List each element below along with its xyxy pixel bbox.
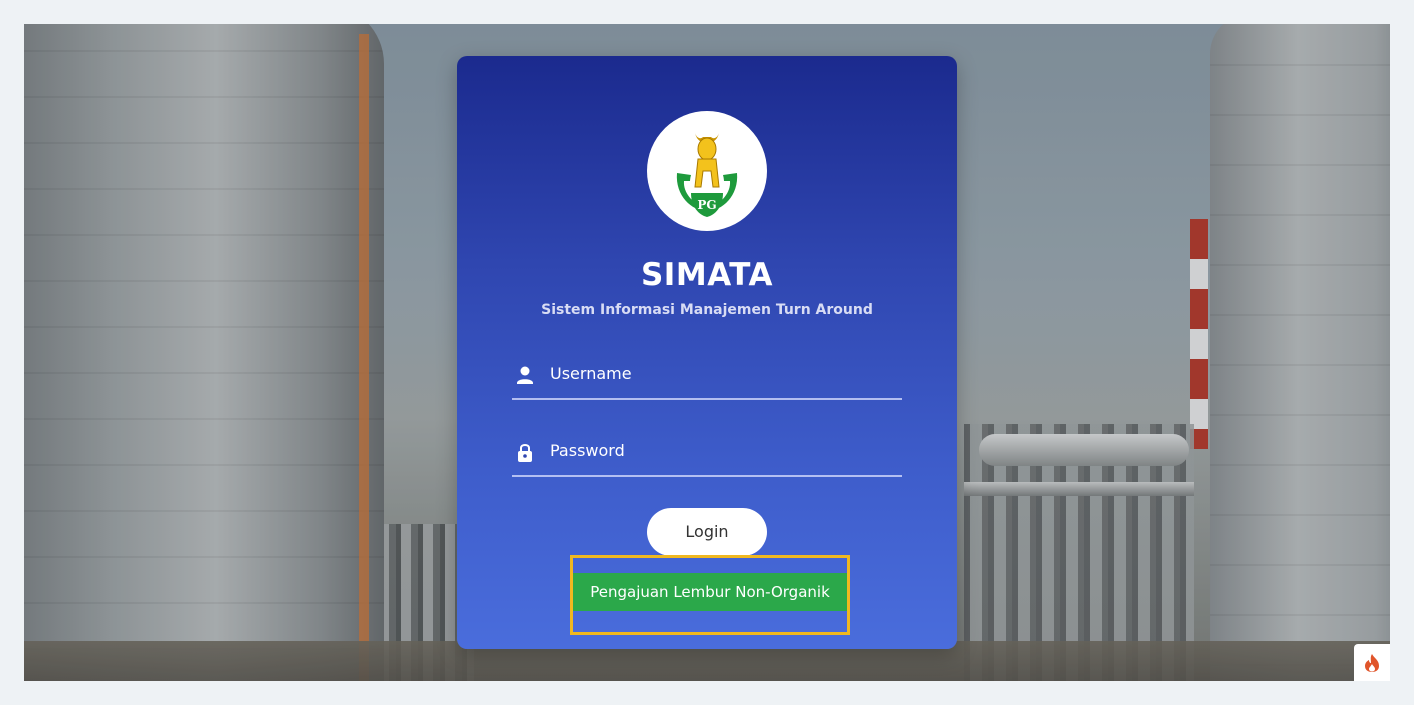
fire-icon: [1365, 653, 1379, 672]
user-icon: [517, 366, 533, 384]
password-placeholder[interactable]: Password: [550, 441, 625, 460]
app-title: SIMATA: [640, 257, 774, 293]
pengajuan-lembur-button[interactable]: Pengajuan Lembur Non-Organik: [573, 573, 847, 611]
corner-badge[interactable]: [1354, 644, 1390, 681]
bull-logo-icon: PG: [676, 133, 738, 217]
password-field[interactable]: Password: [512, 433, 902, 477]
company-logo: PG: [647, 111, 767, 231]
logo-text: PG: [697, 198, 716, 212]
app-subtitle: Sistem Informasi Manajemen Turn Around: [541, 302, 873, 318]
login-card: PG SIMATA Sistem Informasi Manajemen Tur…: [457, 56, 957, 649]
username-placeholder[interactable]: Username: [550, 364, 632, 383]
login-button[interactable]: Login: [647, 508, 767, 556]
username-field[interactable]: Username: [512, 356, 902, 400]
lock-icon: [518, 444, 532, 462]
